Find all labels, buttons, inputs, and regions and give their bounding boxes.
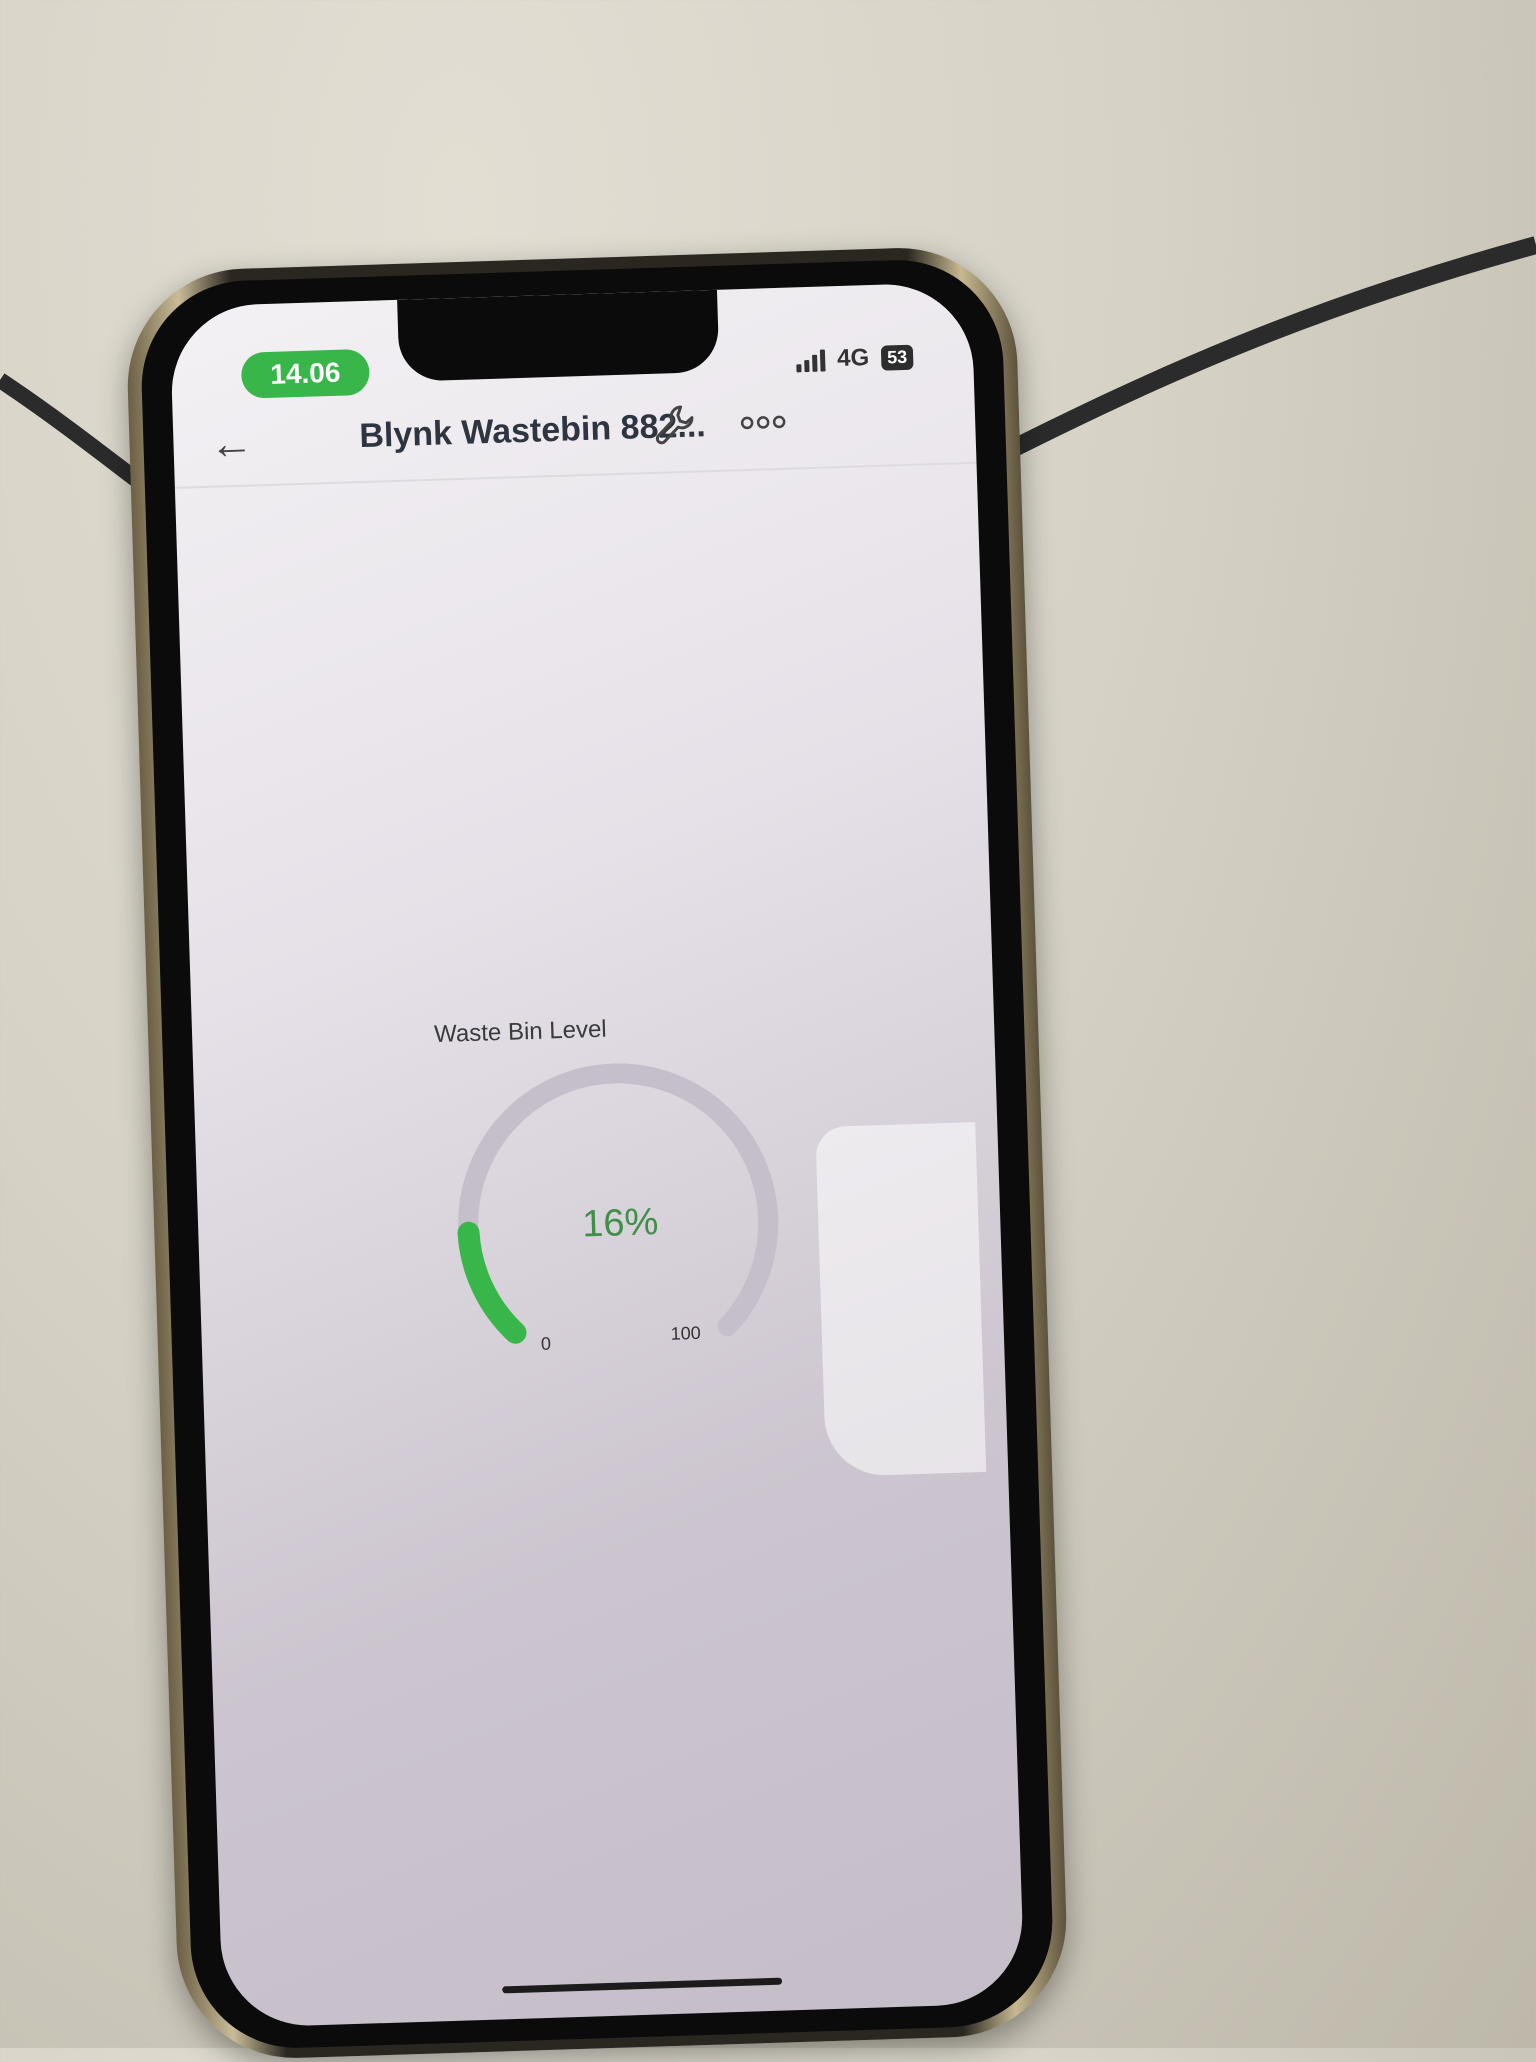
camera-notch: [397, 289, 720, 382]
more-icon[interactable]: [739, 414, 787, 431]
phone-bezel: 14.06 4G 53 ← Blynk Wastebin 882... Wast…: [138, 256, 1056, 2052]
gauge-max-label: 100: [670, 1323, 701, 1344]
back-arrow-icon[interactable]: ←: [209, 418, 255, 469]
gauge-fill: [457, 1221, 527, 1344]
widget-label: Waste Bin Level: [433, 1015, 608, 1049]
gauge-min-label: 0: [541, 1334, 552, 1354]
battery-indicator: 53: [880, 344, 914, 371]
wrench-icon[interactable]: [650, 400, 699, 449]
phone-device: 14.06 4G 53 ← Blynk Wastebin 882... Wast…: [124, 244, 1070, 2062]
status-indicators: 4G 53: [796, 340, 914, 378]
home-indicator: [502, 1977, 783, 1994]
light-glare: [815, 1122, 987, 1477]
status-time: 14.06: [240, 348, 371, 399]
gauge-value: 16%: [582, 1201, 659, 1245]
app-screen: 14.06 4G 53 ← Blynk Wastebin 882... Wast…: [169, 281, 1025, 2029]
network-type: 4G: [836, 344, 870, 373]
signal-icon: [796, 347, 826, 373]
gauge-widget: 16% 0 100: [457, 1063, 779, 1354]
